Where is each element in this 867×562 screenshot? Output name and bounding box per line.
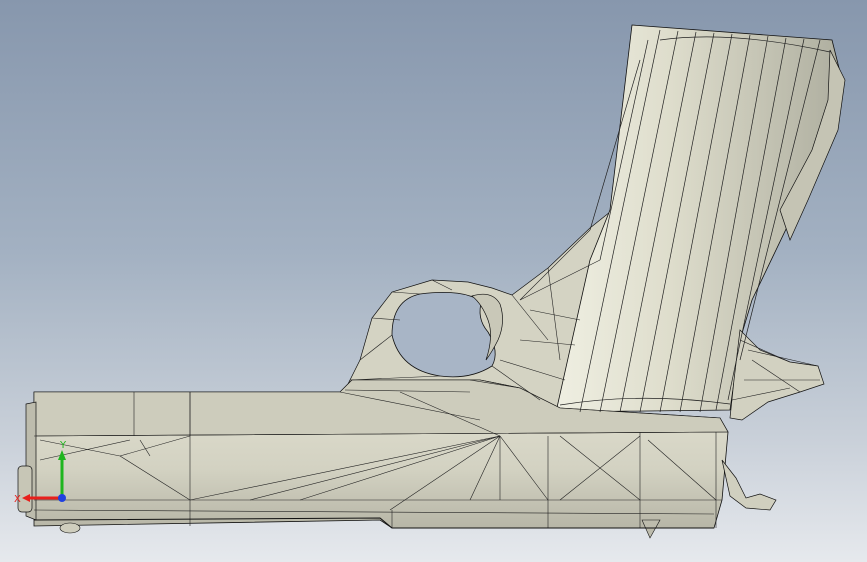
- graphics-viewport[interactable]: Y X: [0, 0, 867, 562]
- front-sight: [59, 522, 81, 534]
- y-axis-arrow: [58, 450, 66, 460]
- hammer-spur: [721, 459, 777, 511]
- x-axis-arrow: [22, 494, 30, 502]
- z-axis-dot: [58, 494, 66, 502]
- x-axis-label: X: [14, 494, 21, 505]
- y-axis-label: Y: [59, 440, 67, 451]
- axis-triad: Y X: [14, 440, 67, 505]
- pistol-model[interactable]: [0, 0, 867, 562]
- rear-sight: [641, 519, 661, 539]
